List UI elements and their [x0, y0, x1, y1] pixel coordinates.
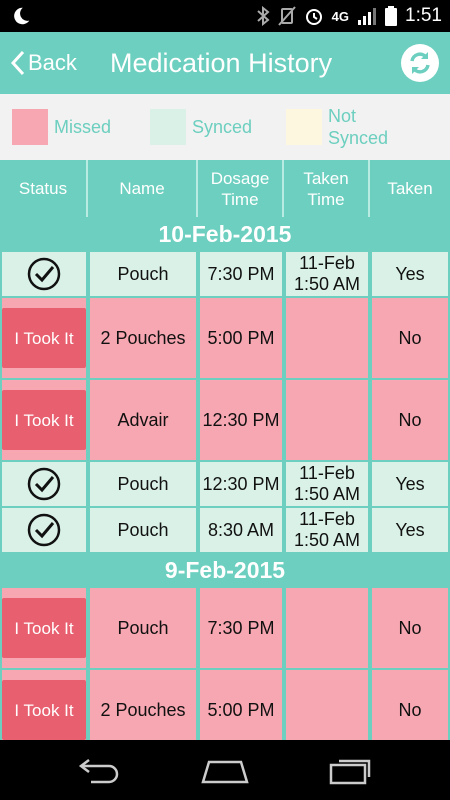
status-cell: I Took It: [2, 588, 86, 668]
took-it-button[interactable]: I Took It: [2, 390, 86, 450]
taken-status: Yes: [372, 508, 448, 552]
took-it-button[interactable]: I Took It: [2, 680, 86, 740]
legend-synced: Synced: [150, 94, 252, 160]
taken-time: [286, 670, 368, 740]
header-name: Name: [88, 160, 198, 217]
taken-time: 11-Feb 1:50 AM: [286, 508, 368, 552]
legend-label-not-synced: Not Synced: [328, 106, 389, 148]
dosage-time: 7:30 PM: [200, 588, 282, 668]
legend-swatch-not-synced: [286, 109, 322, 145]
dosage-time: 5:00 PM: [200, 298, 282, 378]
status-cell: I Took It: [2, 298, 86, 378]
medication-name: Pouch: [90, 508, 196, 552]
taken-status: No: [372, 670, 448, 740]
back-nav-icon: [78, 759, 119, 784]
status-cell: [2, 462, 86, 506]
header-taken-time: Taken Time: [284, 160, 370, 217]
refresh-icon: [410, 52, 430, 74]
header-taken: Taken: [387, 179, 433, 198]
legend-label-missed: Missed: [54, 117, 112, 137]
signal-icon: [358, 8, 377, 25]
back-button[interactable]: Back: [10, 32, 77, 94]
taken-status: No: [372, 588, 448, 668]
medication-name: Advair: [90, 380, 196, 460]
legend-swatch-synced: [150, 109, 186, 145]
nav-recents-button[interactable]: [322, 752, 382, 788]
medication-name: Pouch: [90, 588, 196, 668]
taken-time: [286, 298, 368, 378]
medication-name: 2 Pouches: [90, 298, 196, 378]
back-label: Back: [28, 50, 77, 75]
status-cell: I Took It: [2, 380, 86, 460]
medication-name: Pouch: [90, 462, 196, 506]
taken-time: [286, 380, 368, 460]
dosage-time: 7:30 PM: [200, 252, 282, 296]
taken-status: No: [372, 380, 448, 460]
legend-not-synced: Not Synced: [286, 94, 388, 160]
dosage-time: 8:30 AM: [200, 508, 282, 552]
dosage-time: 5:00 PM: [200, 670, 282, 740]
dosage-time: 12:30 PM: [200, 462, 282, 506]
status-cell: I Took It: [2, 670, 86, 740]
legend-swatch-missed: [12, 109, 48, 145]
home-nav-icon: [201, 760, 249, 784]
medication-name: 2 Pouches: [90, 670, 196, 740]
taken-status: No: [372, 298, 448, 378]
legend-label-synced: Synced: [192, 117, 253, 137]
table-header: Status Name Dosage Time Taken Time Taken: [0, 160, 450, 217]
taken-status: Yes: [372, 462, 448, 506]
network-type: 4G: [331, 8, 350, 24]
clock: 1:51: [405, 5, 442, 26]
moon-icon: [14, 7, 30, 25]
check-circle-icon: [27, 257, 61, 291]
vibrate-off-icon: [277, 6, 296, 26]
header-status: Status: [0, 160, 88, 217]
status-bar: 4G 1:51: [0, 0, 450, 32]
legend-missed: Missed: [12, 94, 111, 160]
alarm-icon: [305, 9, 322, 25]
legend: Missed Synced Not Synced: [0, 94, 450, 160]
taken-time: 11-Feb 1:50 AM: [286, 462, 368, 506]
check-circle-icon: [27, 467, 61, 501]
refresh-button[interactable]: [401, 44, 439, 82]
status-cell: [2, 508, 86, 552]
battery-icon: [385, 6, 398, 26]
date-header: 9-Feb-2015: [164, 557, 286, 583]
navigation-bar: [0, 740, 450, 800]
taken-time: [286, 588, 368, 668]
check-circle-icon: [27, 513, 61, 547]
took-it-button[interactable]: I Took It: [2, 598, 86, 658]
app-bar: Back Medication History: [0, 32, 450, 94]
status-cell: [2, 252, 86, 296]
dosage-time: 12:30 PM: [200, 380, 282, 460]
chevron-left-icon: [10, 50, 25, 76]
medication-table[interactable]: Status Name Dosage Time Taken Time Taken…: [0, 160, 450, 740]
nav-back-button[interactable]: [70, 752, 130, 788]
taken-time: 11-Feb 1:50 AM: [286, 252, 368, 296]
bluetooth-icon: [257, 6, 270, 26]
nav-home-button[interactable]: [195, 752, 255, 788]
header-dosage-time: Dosage Time: [198, 160, 284, 217]
page-title: Medication History: [110, 48, 333, 78]
medication-name: Pouch: [90, 252, 196, 296]
taken-status: Yes: [372, 252, 448, 296]
recents-nav-icon: [329, 759, 371, 785]
date-header: 10-Feb-2015: [158, 221, 292, 247]
took-it-button[interactable]: I Took It: [2, 308, 86, 368]
